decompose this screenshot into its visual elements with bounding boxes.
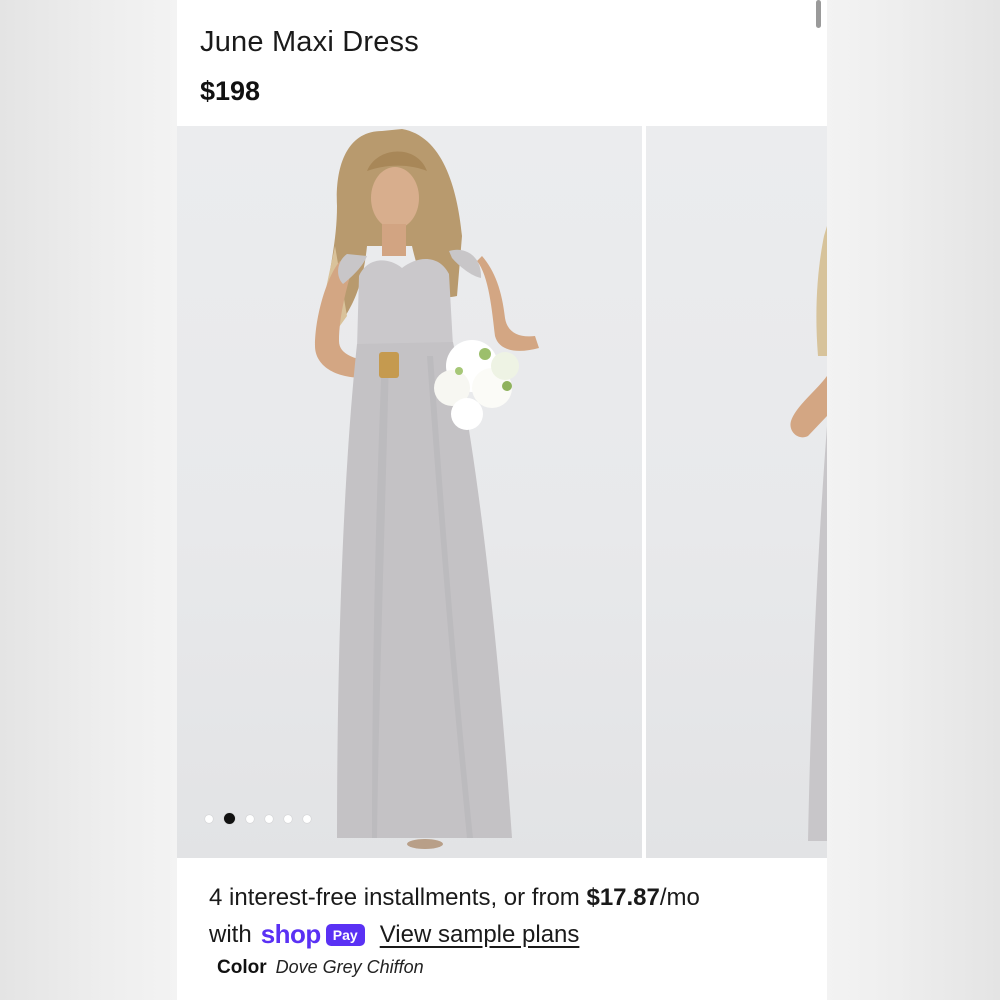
view-sample-plans-link[interactable]: View sample plans — [380, 916, 580, 953]
next-product-image[interactable] — [646, 126, 827, 858]
with-text: with — [209, 921, 252, 948]
carousel-dot[interactable] — [205, 814, 213, 823]
carousel-dots[interactable] — [205, 813, 311, 824]
pay-badge: Pay — [325, 923, 365, 946]
color-selector: Color Dove Grey Chiffon — [217, 957, 424, 979]
product-image[interactable] — [177, 126, 642, 858]
installment-amount: $17.87 — [586, 884, 660, 911]
carousel-dot[interactable] — [246, 814, 254, 823]
product-price: $198 — [200, 76, 261, 106]
color-value: Dove Grey Chiffon — [275, 957, 424, 977]
shop-pay-logo: shop — [260, 919, 322, 949]
scrollbar[interactable] — [816, 0, 821, 28]
image-gallery[interactable] — [177, 126, 827, 858]
carousel-dot[interactable] — [303, 814, 311, 823]
product-title: June Maxi Dress — [200, 26, 419, 58]
installments-text: 4 interest-free installments, or from — [209, 884, 587, 911]
product-page: June Maxi Dress $198 4 interest-free ins… — [177, 0, 827, 1000]
per-month-text: /mo — [659, 884, 700, 911]
color-label: Color — [217, 957, 267, 978]
model-photo-partial — [790, 226, 827, 841]
model-photo — [315, 129, 539, 849]
background-right — [827, 0, 1000, 1000]
background-left — [0, 0, 177, 1000]
installments-info: 4 interest-free installments, or from $1… — [209, 879, 809, 953]
carousel-dot-active[interactable] — [224, 813, 235, 824]
carousel-dot[interactable] — [284, 814, 292, 823]
carousel-dot[interactable] — [265, 814, 273, 823]
